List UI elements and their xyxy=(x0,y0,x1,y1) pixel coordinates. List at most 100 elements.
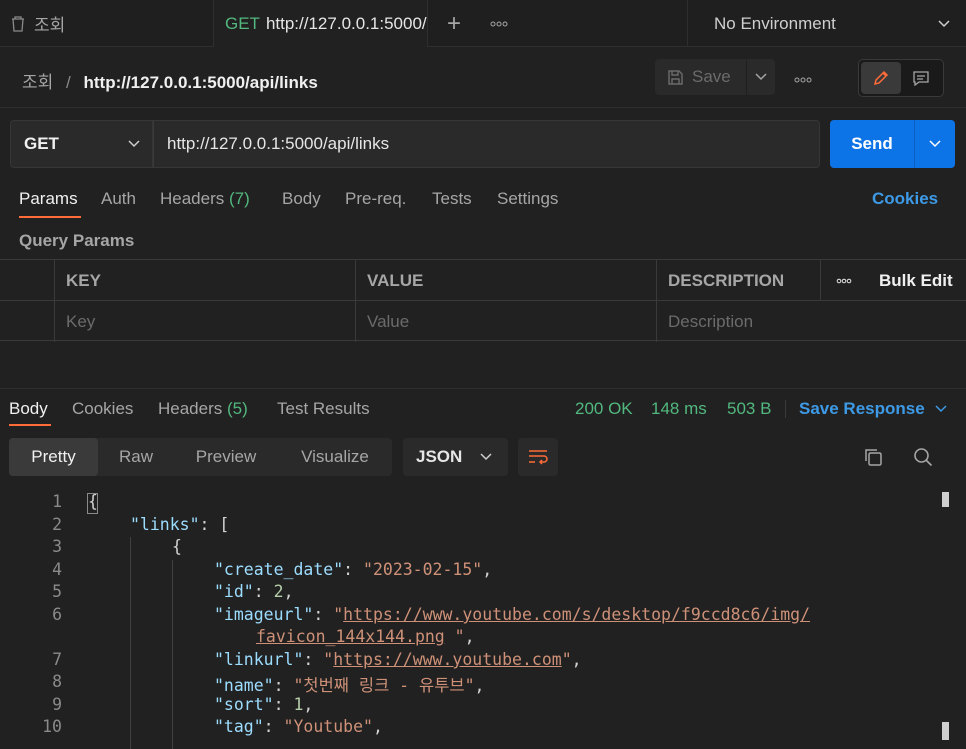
line-number: 7 xyxy=(52,650,62,669)
tab-bar: 조회 GET http://127.0.0.1:5000/api/links +… xyxy=(0,0,966,47)
pencil-icon xyxy=(873,70,889,86)
line-number: 1 xyxy=(52,492,62,511)
code-line: "create_date": "2023-02-15", xyxy=(214,560,493,579)
save-dropdown-button[interactable] xyxy=(747,73,775,81)
code-line: "linkurl": "https://www.youtube.com", xyxy=(214,650,582,669)
key-placeholder: Key xyxy=(66,311,96,331)
tab-params[interactable]: Params xyxy=(19,189,78,209)
json-key: "sort" xyxy=(214,695,274,714)
more-icon xyxy=(794,77,812,83)
mode-toggle xyxy=(858,59,944,97)
method-select[interactable]: GET xyxy=(10,120,153,168)
wrap-lines-button[interactable] xyxy=(518,438,558,476)
response-time[interactable]: 148 ms xyxy=(651,399,707,419)
json-number: 1 xyxy=(293,695,304,714)
key-header: KEY xyxy=(66,270,101,290)
search-button[interactable] xyxy=(912,446,934,473)
json-key: "name" xyxy=(214,676,274,695)
json-string: "Youtube" xyxy=(283,717,373,736)
view-visualize[interactable]: Visualize xyxy=(278,438,392,476)
edit-mode-button[interactable] xyxy=(861,62,901,94)
params-table: KEY VALUE DESCRIPTION Bulk Edit Key Valu… xyxy=(0,259,966,342)
json-number: 2 xyxy=(273,582,284,601)
cookies-link[interactable]: Cookies xyxy=(872,189,938,209)
tab-settings[interactable]: Settings xyxy=(497,189,558,209)
line-number: 10 xyxy=(42,717,62,736)
json-link[interactable]: favicon_144x144.png xyxy=(256,627,445,646)
tabs-more-button[interactable] xyxy=(485,0,513,47)
json-key: "tag" xyxy=(214,717,264,736)
line-number: 6 xyxy=(52,605,62,624)
json-string: "첫번째 링크 - 유투브" xyxy=(293,676,475,695)
comments-mode-button[interactable] xyxy=(901,62,941,94)
breadcrumb-collection[interactable]: 조회 xyxy=(22,73,53,92)
line-number: 2 xyxy=(52,515,62,534)
json-link[interactable]: https://www.youtube.com/s/desktop/f9ccd8… xyxy=(343,605,810,624)
format-select[interactable]: JSON xyxy=(403,438,508,476)
key-field[interactable]: Key xyxy=(54,301,355,342)
new-tab-button[interactable]: + xyxy=(440,0,468,47)
line-number: 3 xyxy=(52,537,62,556)
request-name[interactable]: http://127.0.0.1:5000/api/links xyxy=(83,73,317,92)
response-tab-body[interactable]: Body xyxy=(9,399,48,419)
bulk-edit-button[interactable]: Bulk Edit xyxy=(866,260,966,301)
code-token: : [ xyxy=(199,515,230,534)
tab-tests[interactable]: Tests xyxy=(432,189,472,209)
response-tab-headers[interactable]: Headers (5) xyxy=(158,399,248,419)
format-label: JSON xyxy=(416,447,463,466)
save-icon xyxy=(668,69,683,85)
json-string: "2023-02-15" xyxy=(363,560,483,579)
line-number: 8 xyxy=(52,672,62,691)
json-key: "imageurl" xyxy=(214,605,314,624)
scrollbar-thumb[interactable] xyxy=(942,722,949,740)
tab-active-request[interactable]: GET http://127.0.0.1:5000/api/links xyxy=(214,0,428,47)
copy-button[interactable] xyxy=(862,446,884,473)
description-field[interactable]: Description xyxy=(656,301,966,342)
value-field[interactable]: Value xyxy=(355,301,656,342)
view-mode-group: Pretty Raw Preview Visualize xyxy=(9,438,392,476)
bracket-match-highlight xyxy=(87,493,98,514)
save-response-button[interactable]: Save Response xyxy=(799,399,947,419)
tab-body[interactable]: Body xyxy=(282,189,321,209)
view-pretty[interactable]: Pretty xyxy=(9,438,98,476)
history-tab[interactable]: 조회 xyxy=(0,0,214,47)
tab-pre-request[interactable]: Pre-req. xyxy=(345,189,406,209)
description-header: DESCRIPTION xyxy=(668,270,785,290)
line-number: 9 xyxy=(52,695,62,714)
url-input[interactable]: http://127.0.0.1:5000/api/links xyxy=(153,120,820,168)
response-body-editor[interactable]: 1 2 3 4 5 6 7 8 9 10 { "links": [ { "cre… xyxy=(0,490,966,749)
active-tab-indicator xyxy=(19,216,81,218)
tab-url: http://127.0.0.1:5000/api/links xyxy=(265,13,427,33)
tab-headers[interactable]: Headers (7) xyxy=(160,189,250,209)
history-label: 조회 xyxy=(34,16,66,35)
code-line: { xyxy=(172,537,182,556)
breadcrumb: 조회 / http://127.0.0.1:5000/api/links xyxy=(22,68,318,93)
indent-guide xyxy=(172,560,173,749)
breadcrumb-separator: / xyxy=(66,73,71,92)
method-label: GET xyxy=(24,134,59,153)
send-button[interactable]: Send xyxy=(830,134,914,154)
environment-label: No Environment xyxy=(714,13,836,33)
view-raw[interactable]: Raw xyxy=(98,438,174,476)
indent-guide xyxy=(130,537,131,749)
scrollbar-top-marker[interactable] xyxy=(942,492,949,507)
response-headers-count: (5) xyxy=(227,399,248,418)
comment-icon xyxy=(913,71,929,86)
send-dropdown-button[interactable] xyxy=(914,120,955,168)
response-size[interactable]: 503 B xyxy=(727,399,771,419)
wrap-icon xyxy=(529,450,548,465)
json-link[interactable]: https://www.youtube.com xyxy=(333,650,561,669)
response-headers-label: Headers xyxy=(158,399,223,418)
line-number: 5 xyxy=(52,582,62,601)
response-tab-test-results[interactable]: Test Results xyxy=(277,399,370,419)
status-code[interactable]: 200 OK xyxy=(575,399,633,419)
tab-auth[interactable]: Auth xyxy=(101,189,136,209)
search-icon xyxy=(914,448,933,467)
save-button[interactable]: Save xyxy=(655,59,747,95)
description-placeholder: Description xyxy=(668,311,754,331)
response-tab-cookies[interactable]: Cookies xyxy=(72,399,133,419)
view-preview[interactable]: Preview xyxy=(174,438,278,476)
table-more-button[interactable] xyxy=(820,260,866,301)
request-more-button[interactable] xyxy=(794,68,812,88)
environment-select[interactable]: No Environment xyxy=(687,0,966,47)
